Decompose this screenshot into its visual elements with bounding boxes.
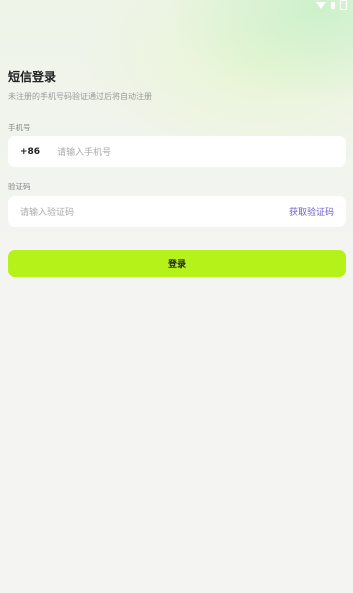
country-code[interactable]: +86 — [20, 147, 40, 157]
signal-icon — [331, 1, 335, 9]
wifi-icon — [316, 1, 326, 9]
code-label: 验证码 — [8, 182, 31, 191]
login-button[interactable]: 登录 — [8, 250, 346, 277]
status-bar — [316, 0, 347, 10]
get-code-button[interactable]: 获取验证码 — [289, 205, 334, 218]
code-field[interactable]: 请输入验证码 获取验证码 — [8, 196, 346, 227]
phone-input[interactable]: 请输入手机号 — [57, 145, 334, 158]
code-input[interactable]: 请输入验证码 — [20, 205, 289, 218]
phone-field[interactable]: +86 请输入手机号 — [8, 136, 346, 167]
phone-label: 手机号 — [8, 123, 31, 132]
battery-icon — [340, 0, 347, 10]
page-subtitle: 未注册的手机号码验证通过后将自动注册 — [8, 92, 152, 101]
page-title: 短信登录 — [8, 70, 57, 84]
